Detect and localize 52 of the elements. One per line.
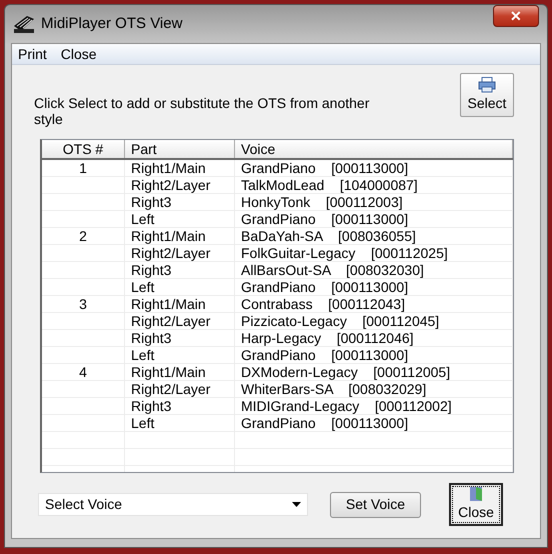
table-cell: AllBarsOut-SA [008032030] (241, 262, 424, 278)
window-title: MidiPlayer OTS View (41, 14, 182, 34)
table-cell: Right2/Layer (131, 313, 210, 329)
close-button[interactable]: ✕ (493, 5, 539, 27)
table-cell: Right1/Main (131, 296, 206, 312)
table-cell: Right1/Main (131, 364, 206, 380)
menu-item[interactable]: Print (18, 45, 47, 63)
column-header[interactable]: Part (125, 140, 235, 158)
table-cell: GrandPiano [000113000] (241, 279, 408, 295)
column-header[interactable]: Voice (235, 140, 513, 158)
set-voice-button[interactable]: Set Voice (330, 492, 421, 518)
table-cell: Right1/Main (131, 160, 206, 176)
table-cell: Right3 (131, 262, 172, 278)
table-cell: HonkyTonk [000112003] (241, 194, 403, 210)
table-cell: Left (131, 347, 154, 363)
table-cell: GrandPiano [000113000] (241, 347, 408, 363)
piano-keys-icon (13, 14, 35, 34)
table-cell: Left (131, 279, 154, 295)
voice-dropdown[interactable]: Select Voice (38, 493, 308, 516)
table-cell: WhiterBars-SA [008032029] (241, 381, 426, 397)
table-cell: MIDIGrand-Legacy [000112002] (241, 398, 452, 414)
table-cell: 3 (79, 296, 87, 312)
table-cell: Contrabass [000112043] (241, 296, 405, 312)
door-icon (469, 486, 483, 502)
table-cell: GrandPiano [000113000] (241, 160, 408, 176)
table-cell: Right2/Layer (131, 177, 210, 193)
table-cell: Right1/Main (131, 228, 206, 244)
printer-icon (478, 76, 496, 92)
table-cell: DXModern-Legacy [000112005] (241, 364, 450, 380)
menu-item[interactable]: Close (60, 45, 97, 63)
table-cell: 1 (79, 160, 87, 176)
close-button[interactable]: Close (449, 483, 503, 526)
table-cell: 4 (79, 364, 87, 380)
table-cell: Harp-Legacy [000112046] (241, 330, 414, 346)
table-cell: Right3 (131, 194, 172, 210)
table-cell: GrandPiano [000113000] (241, 211, 408, 227)
table-cell: Right3 (131, 398, 172, 414)
table-cell: Right2/Layer (131, 381, 210, 397)
table-cell: TalkModLead [104000087] (241, 177, 418, 193)
instruction-text: Click Select to add or substitute the OTS from another style (34, 94, 370, 129)
select-button[interactable]: Select (460, 73, 514, 117)
table-cell: GrandPiano [000113000] (241, 415, 408, 431)
table-cell: Right3 (131, 330, 172, 346)
caret-icon (292, 502, 301, 507)
table-cell: Pizzicato-Legacy [000112045] (241, 313, 440, 329)
table-cell: BaDaYah-SA [008036055] (241, 228, 416, 244)
table-cell: Left (131, 415, 154, 431)
table-cell: Left (131, 211, 154, 227)
table-cell: FolkGuitar-Legacy [000112025] (241, 245, 448, 261)
table-cell: Right2/Layer (131, 245, 210, 261)
column-header[interactable]: OTS # (42, 140, 125, 158)
table-cell: 2 (79, 228, 87, 244)
